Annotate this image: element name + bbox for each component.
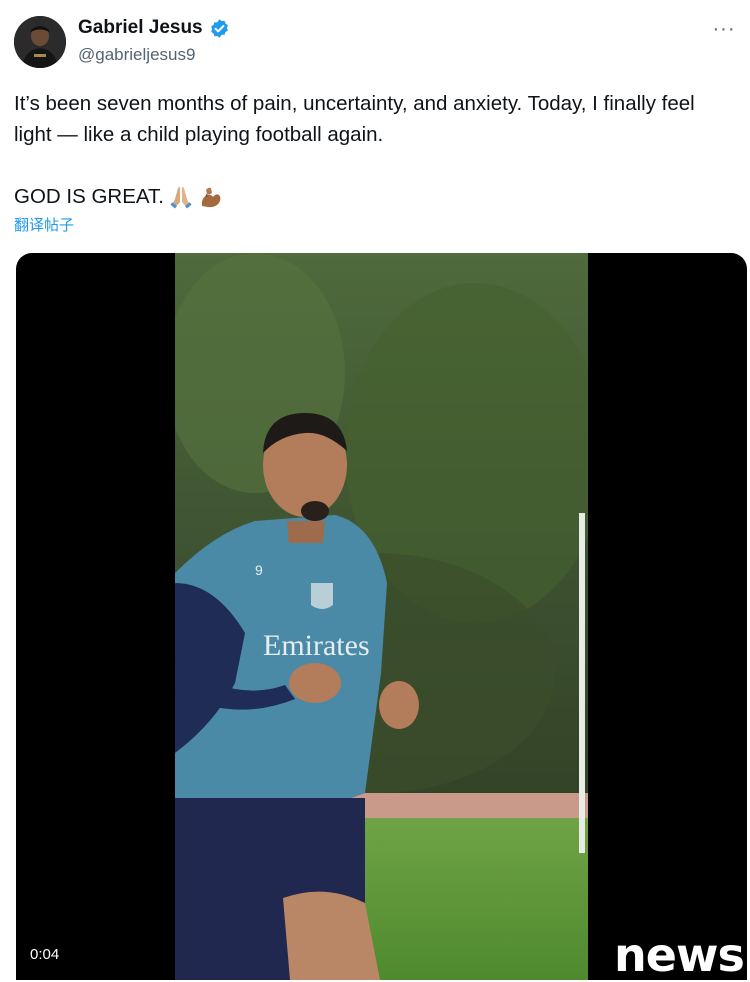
flexed-biceps-emoji-icon xyxy=(198,184,224,210)
more-icon: ··· xyxy=(712,17,736,40)
tweet-text-god-is-great: GOD IS GREAT. xyxy=(14,185,164,208)
profile-photo-icon xyxy=(14,16,66,68)
shirt-sponsor-text: Emirates xyxy=(263,629,370,662)
tweet-text: It’s been seven months of pain, uncertai… xyxy=(14,88,736,212)
video-player[interactable]: Emirates 9 xyxy=(16,253,747,980)
more-options-button[interactable]: ··· xyxy=(706,14,742,44)
display-name[interactable]: Gabriel Jesus xyxy=(78,17,203,39)
praying-hands-emoji-icon xyxy=(168,184,194,210)
shirt-number-text: 9 xyxy=(255,562,263,578)
news-watermark-logo: news xyxy=(614,928,745,982)
verified-badge-icon xyxy=(209,18,230,39)
tweet-text-paragraph-1: It’s been seven months of pain, uncertai… xyxy=(14,92,695,146)
video-frame: Emirates 9 xyxy=(175,253,588,980)
tweet-text-paragraph-2: GOD IS GREAT. xyxy=(14,181,736,212)
video-still-image: Emirates 9 xyxy=(175,253,588,980)
video-timestamp: 0:04 xyxy=(26,944,64,965)
tweet-card: Gabriel Jesus @gabrieljesus9 ··· It’s be… xyxy=(0,0,750,982)
avatar[interactable] xyxy=(14,16,66,68)
translate-post-link[interactable]: 翻译帖子 xyxy=(14,214,74,235)
author-handle[interactable]: @gabrieljesus9 xyxy=(78,45,195,65)
author-name-row: Gabriel Jesus xyxy=(78,17,230,39)
